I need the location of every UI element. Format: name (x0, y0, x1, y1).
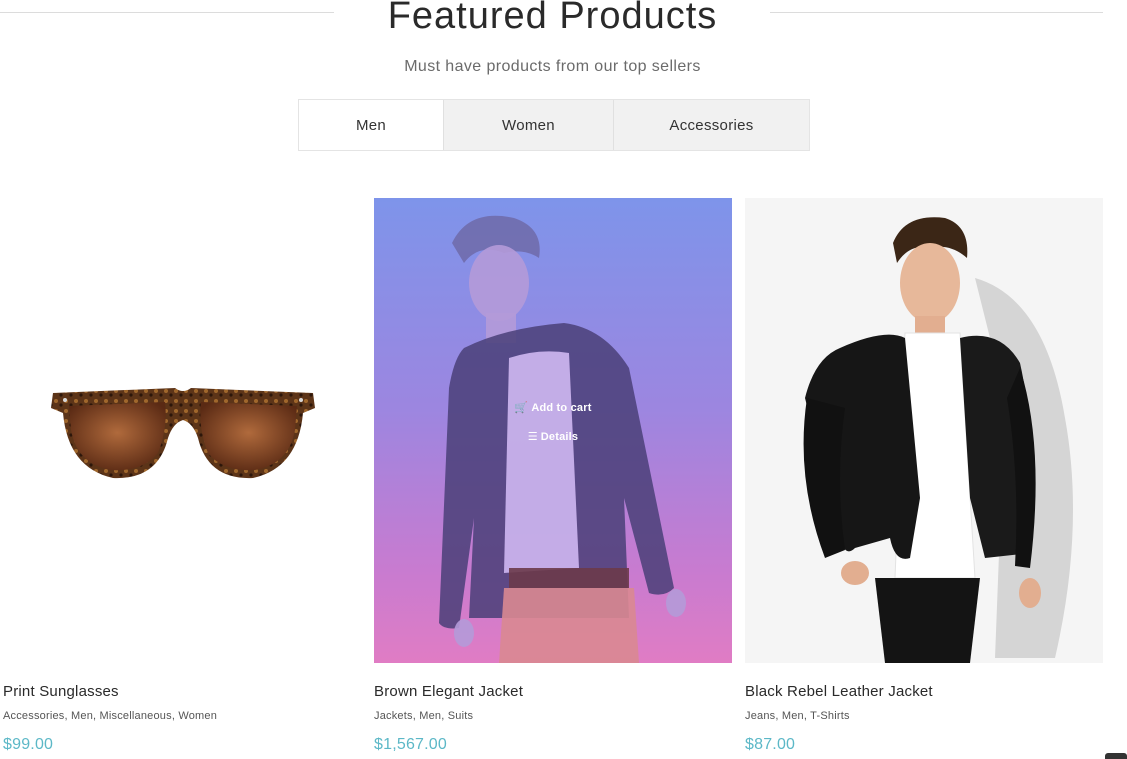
product-categories[interactable]: Jeans, Men, T-Shirts (745, 710, 850, 722)
details-label: Details (540, 431, 579, 443)
scroll-to-top-handle[interactable] (1105, 753, 1127, 759)
product-hover-actions: 🛒 Add to cart ☰ Details (374, 398, 732, 456)
add-to-cart-label: Add to cart (531, 402, 592, 414)
product-price: $99.00 (3, 736, 54, 753)
product-name[interactable]: Black Rebel Leather Jacket (745, 683, 933, 700)
tab-men[interactable]: Men (299, 100, 443, 150)
section-subtitle: Must have products from our top sellers (404, 58, 701, 75)
man-in-leather-jacket-image (803, 217, 1073, 663)
product-image-black-rebel-leather-jacket[interactable] (745, 198, 1103, 663)
section-title: Featured Products (387, 0, 718, 37)
list-icon: ☰ (527, 431, 538, 443)
details-link[interactable]: ☰ Details (374, 427, 732, 456)
tab-women[interactable]: Women (443, 100, 613, 150)
product-card-black-rebel-leather-jacket: Black Rebel Leather Jacket Jeans, Men, T… (745, 198, 1103, 753)
product-categories[interactable]: Accessories, Men, Miscellaneous, Women (3, 710, 217, 722)
product-name[interactable]: Brown Elegant Jacket (374, 683, 523, 700)
shopping-cart-icon: 🛒 (514, 402, 529, 414)
product-card-print-sunglasses: Print Sunglasses Accessories, Men, Misce… (3, 198, 361, 753)
add-to-cart-link[interactable]: 🛒 Add to cart (374, 398, 732, 427)
product-card-brown-elegant-jacket: 🛒 Add to cart ☰ Details Brown Elegant Jack… (374, 198, 732, 753)
product-name[interactable]: Print Sunglasses (3, 683, 119, 700)
product-image-print-sunglasses[interactable] (3, 198, 361, 663)
product-image-brown-elegant-jacket[interactable]: 🛒 Add to cart ☰ Details (374, 198, 732, 663)
product-price: $1,567.00 (374, 736, 447, 753)
category-tabs: Men Women Accessories (298, 99, 810, 151)
sunglasses-image (51, 388, 315, 479)
tab-accessories[interactable]: Accessories (613, 100, 809, 150)
product-price: $87.00 (745, 736, 796, 753)
product-categories[interactable]: Jackets, Men, Suits (374, 710, 473, 722)
